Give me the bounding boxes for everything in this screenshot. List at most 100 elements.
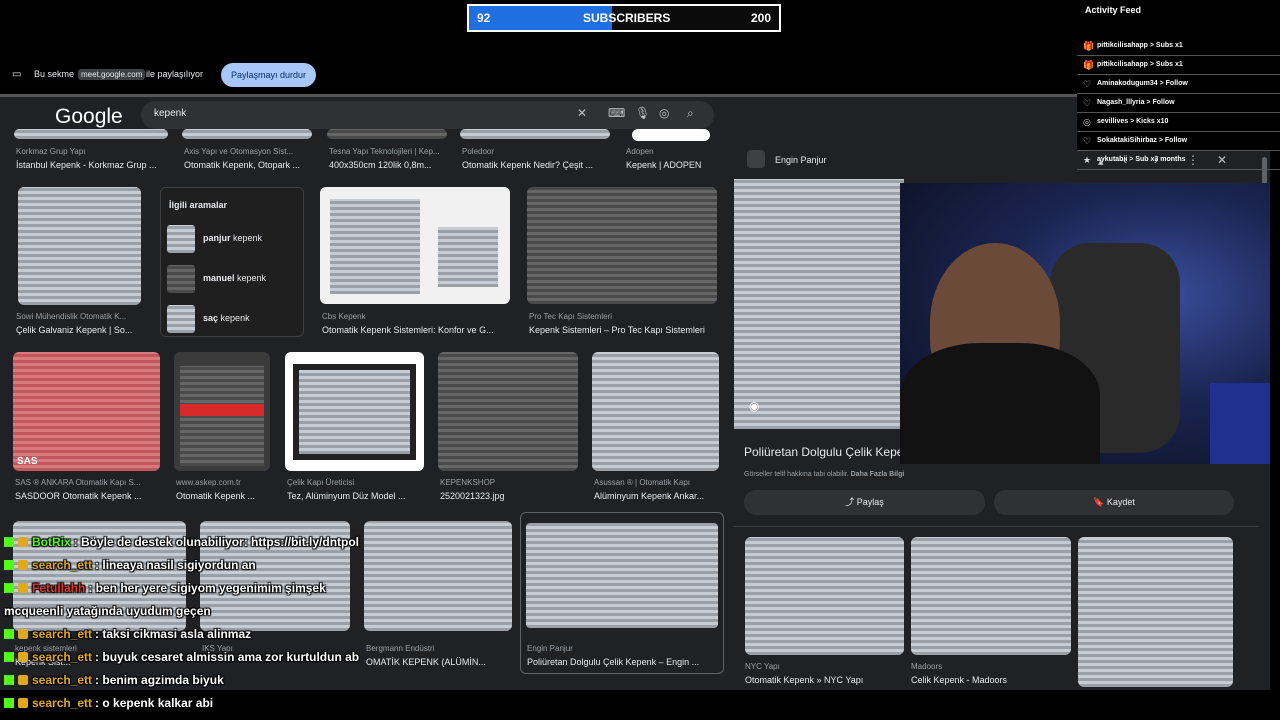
feed-item-text: sevillives > Kicks x10 <box>1097 118 1169 125</box>
chat-text: : buyuk cesaret almissin ama zor kurtuld… <box>95 650 360 664</box>
result-caption[interactable]: Otomatik Kepenk Sistemleri: Konfor ve G.… <box>322 325 512 335</box>
result-caption[interactable]: 400x350cm 120lik 0,8m... <box>329 160 449 170</box>
save-button[interactable]: 🔖 Kaydet <box>994 490 1234 515</box>
chat-text: : Böyle de destek olunabiliyor: https://… <box>73 535 360 549</box>
result-thumb[interactable] <box>285 352 424 471</box>
result-caption[interactable]: SASDOOR Otomatik Kepenk ... <box>15 491 162 501</box>
microphone-icon[interactable]: 🎙 <box>635 106 650 120</box>
keyboard-icon[interactable]: ⌨ <box>608 106 625 120</box>
copyright-text: Görseller telif hakkına tabi olabilir. <box>744 471 849 478</box>
share-label: Paylaş <box>856 497 884 507</box>
subscriber-badge-icon <box>18 560 28 570</box>
kick-icon: ◎ <box>1083 117 1091 127</box>
related-bold: panjur <box>203 233 231 243</box>
result-caption[interactable]: Kepenk | ADOPEN <box>626 160 716 170</box>
result-thumb[interactable] <box>592 352 719 471</box>
subscriber-badge-icon <box>18 652 28 662</box>
result-thumb[interactable] <box>438 352 578 471</box>
result-thumb[interactable] <box>632 129 710 141</box>
stop-sharing-button[interactable]: Paylaşmayı durdur <box>221 63 316 87</box>
search-input[interactable]: kepenk <box>154 108 186 119</box>
feed-item: 🎁 pittikcilisahapp > Subs x1 <box>1077 57 1280 75</box>
related-thumb[interactable] <box>745 537 904 655</box>
feed-item-text: SokaktakiSihirbaz > Follow <box>1097 137 1188 144</box>
related-caption[interactable]: Celik Kepenk - Madoors <box>911 675 1071 685</box>
related-rest: kepenk <box>237 273 267 283</box>
chat-username: search_ett <box>32 696 93 710</box>
feed-item: ♡ Nagash_lllyria > Follow <box>1077 95 1280 113</box>
result-thumb[interactable] <box>327 129 447 139</box>
chat-message: search_ett: o kepenk kalkar abi <box>4 696 213 710</box>
more-info-link[interactable]: Daha Fazla Bilgi <box>851 471 905 478</box>
chat-username: search_ett <box>32 558 93 572</box>
result-caption[interactable]: 2520021323.jpg <box>440 491 580 501</box>
search-icon[interactable]: ⌕ <box>687 106 694 121</box>
result-source: Axis Yapı ve Otomasyon Sist... <box>184 147 294 156</box>
search-box[interactable]: kepenk ✕ ⌨ 🎙 ◎ ⌕ <box>141 101 714 129</box>
share-domain: meet.google.com <box>78 69 146 80</box>
clear-icon[interactable]: ✕ <box>577 106 587 120</box>
result-caption[interactable]: Tez, Alüminyum Düz Model ... <box>287 491 427 501</box>
related-bold: saç <box>203 313 219 323</box>
result-caption[interactable]: Otomatik Kepenk, Otopark ... <box>184 160 314 170</box>
chat-message: BotRix: Böyle de destek olunabiliyor: ht… <box>4 535 359 549</box>
result-caption[interactable]: İstanbul Kepenk - Korkmaz Grup ... <box>16 160 176 170</box>
result-source: KEPENKSHOP <box>440 478 496 487</box>
result-source: Engin Panjur <box>527 644 573 653</box>
related-item-manuel[interactable]: manuel kepenk <box>167 264 299 294</box>
result-caption[interactable]: Poliüretan Dolgulu Çelik Kepenk – Engin … <box>527 657 717 667</box>
related-rest: kepenk <box>233 233 263 243</box>
preview-title[interactable]: Poliüretan Dolgulu Çelik Kepe <box>744 445 903 459</box>
feed-item: ★ aykutabii > Sub x3 months <box>1077 152 1280 170</box>
result-thumb[interactable] <box>527 187 717 304</box>
lens-icon[interactable]: ◎ <box>659 106 669 120</box>
lens-icon[interactable]: ◉ <box>749 399 759 413</box>
chat-text: mcqueenli yatağında uyudum geçen <box>4 604 211 618</box>
result-caption[interactable]: Kepenk Sistemleri – Pro Tec Kapı Sisteml… <box>529 325 719 335</box>
subscriber-goal-bar: 92 SUBSCRIBERS 200 <box>467 4 781 32</box>
feed-item-text: aykutabii > Sub x3 months <box>1097 156 1186 163</box>
result-thumb[interactable] <box>18 187 141 305</box>
related-item-sac[interactable]: saç kepenk <box>167 304 299 334</box>
chat-message: search_ett: lineaya nasil sigiyordun an <box>4 558 256 572</box>
result-source: Sowi Mühendislik Otomatik K... <box>16 312 127 321</box>
chat-username: search_ett <box>32 650 93 664</box>
result-caption[interactable]: Çelik Galvaniz Kepenk | So... <box>16 325 146 335</box>
result-thumb[interactable] <box>14 129 168 139</box>
heart-icon: ♡ <box>1083 79 1092 89</box>
related-thumb[interactable] <box>1078 537 1233 687</box>
related-thumb[interactable] <box>911 537 1071 655</box>
result-thumb[interactable] <box>320 187 510 304</box>
preview-site-name[interactable]: Engin Panjur <box>775 155 827 165</box>
result-caption[interactable]: Otomatik Kepenk Nedir? Çeşit ... <box>462 160 612 170</box>
related-item-panjur[interactable]: panjur kepenk <box>167 224 299 254</box>
result-caption[interactable]: Alüminyum Kepenk Ankar... <box>594 491 721 501</box>
share-prefix: Bu sekme <box>34 69 75 79</box>
result-thumb[interactable] <box>174 352 270 471</box>
related-searches-card: İlgili aramalar panjur kepenk manuel kep… <box>160 187 304 337</box>
share-suffix: ile paylaşılıyor <box>146 69 204 79</box>
result-source: Korkmaz Grup Yapı <box>16 147 86 156</box>
heart-icon: ♡ <box>1083 98 1092 108</box>
result-thumb[interactable] <box>460 129 610 139</box>
result-source: Çelik Kapı Üreticisi <box>287 478 355 487</box>
google-logo[interactable]: Google <box>55 105 123 129</box>
feed-item: ◎ sevillives > Kicks x10 <box>1077 114 1280 132</box>
result-source: Asussan ® | Otomatik Kapı <box>594 478 691 487</box>
related-thumb <box>167 225 195 253</box>
related-source: NYC Yapı <box>745 662 780 671</box>
share-button[interactable]: ⤴ Paylaş <box>744 490 985 515</box>
result-source: Adopen <box>626 147 654 156</box>
subscriber-label: SUBSCRIBERS <box>583 11 671 25</box>
related-caption[interactable]: Otomatik Kepenk » NYC Yapı <box>745 675 905 685</box>
activity-feed: Activity Feed 🎁 pittikcilisahapp > Subs x… <box>1077 0 1280 170</box>
result-caption[interactable]: Otomatik Kepenk ... <box>176 491 276 501</box>
result-thumb[interactable]: SAS <box>13 352 160 471</box>
chat-message: search_ett: taksi cikmasi asla alinmaz <box>4 627 251 641</box>
save-label: Kaydet <box>1106 497 1135 507</box>
result-thumb[interactable] <box>182 129 312 139</box>
heart-icon: ♡ <box>1083 136 1092 146</box>
related-bold: manuel <box>203 273 235 283</box>
preview-image[interactable] <box>734 179 904 429</box>
chat-username: Fetullahh <box>32 581 86 595</box>
